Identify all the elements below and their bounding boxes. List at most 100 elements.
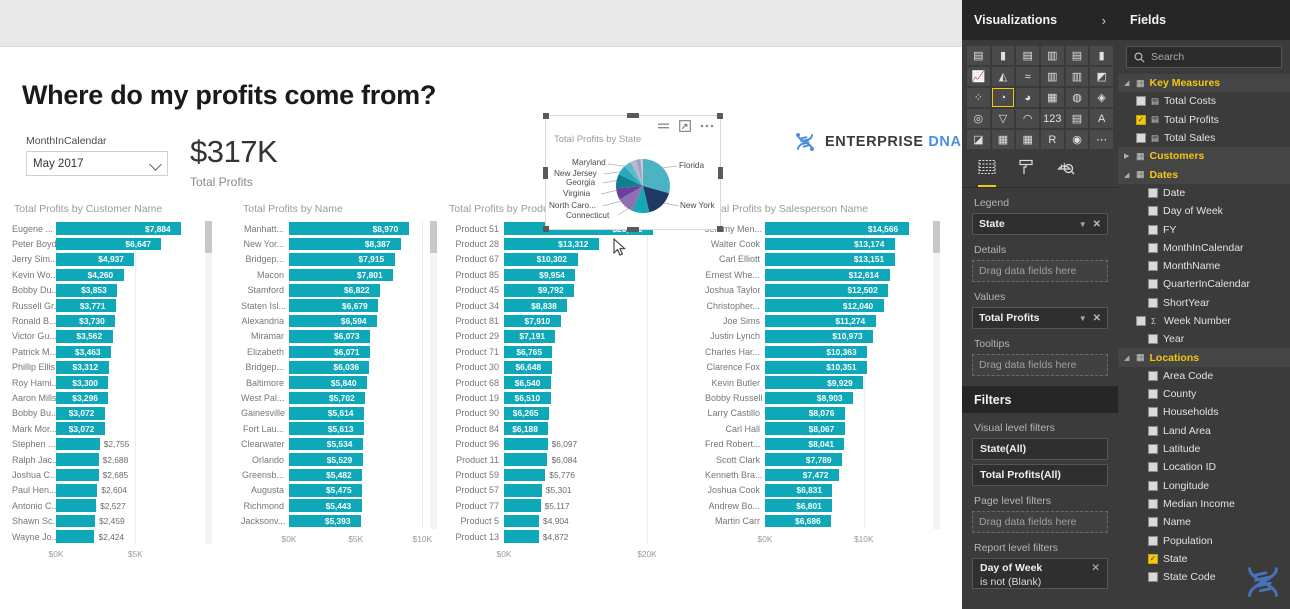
- bar-row[interactable]: Andrew Bo... $6,801: [705, 498, 930, 513]
- clustered-bar-chart-icon[interactable]: ▤: [1016, 46, 1039, 65]
- field-checkbox[interactable]: [1148, 444, 1158, 455]
- chevron-right-icon[interactable]: ▶: [1124, 152, 1131, 160]
- field-checkbox[interactable]: [1148, 206, 1158, 217]
- bar-row[interactable]: Roy Hami... $3,300: [12, 375, 202, 390]
- field-checkbox[interactable]: [1148, 480, 1158, 491]
- resize-handle-top-right[interactable]: [717, 113, 723, 119]
- well-dropzone[interactable]: Drag data fields here: [972, 260, 1108, 282]
- kpi-card-total-profits[interactable]: $317K Total Profits: [190, 134, 278, 189]
- field-checkbox[interactable]: [1148, 553, 1158, 564]
- bar-chart-2[interactable]: Total Profits by Name Manhatt... $8,970 New…: [241, 203, 437, 603]
- ribbon-chart-icon[interactable]: ◩: [1090, 67, 1113, 86]
- fields-table-node[interactable]: ◢ ▦ Key Measures: [1118, 74, 1290, 93]
- bar[interactable]: [56, 499, 97, 513]
- chevron-down-icon[interactable]: [149, 158, 162, 171]
- bar-row[interactable]: Product 29 $7,191: [447, 329, 679, 344]
- page-level-filter-dropzone[interactable]: Drag data fields here: [972, 511, 1108, 533]
- bar-row[interactable]: Bobby Du... $3,853: [12, 283, 202, 298]
- field-checkbox[interactable]: [1136, 114, 1146, 125]
- bar-row[interactable]: Walter Cook $13,174: [705, 236, 930, 251]
- bar-row[interactable]: New Yor... $8,387: [241, 236, 427, 251]
- fields-field-node[interactable]: Σ Week Number: [1118, 312, 1290, 330]
- bar-row[interactable]: Fred Robert... $8,041: [705, 436, 930, 451]
- fields-field-node[interactable]: Land Area: [1118, 422, 1290, 440]
- area-chart-icon[interactable]: ◭: [991, 67, 1015, 86]
- fields-field-node[interactable]: QuarterInCalendar: [1118, 275, 1290, 293]
- bar-row[interactable]: Bobby Russell $8,903: [705, 390, 930, 405]
- field-checkbox[interactable]: [1148, 370, 1158, 381]
- fields-search-box[interactable]: Search: [1126, 46, 1282, 68]
- filled-map-icon[interactable]: ◈: [1090, 88, 1113, 107]
- fields-table-node[interactable]: ◢ ▦ Locations: [1118, 348, 1290, 367]
- field-checkbox[interactable]: [1148, 407, 1158, 418]
- bar-row[interactable]: Martin Carr $6,686: [705, 513, 930, 528]
- bar-row[interactable]: Larry Castillo $8,076: [705, 406, 930, 421]
- stacked-area-chart-icon[interactable]: ≈: [1016, 67, 1039, 86]
- bar-row[interactable]: Eugene ... $7,884: [12, 221, 202, 236]
- python-visual-icon[interactable]: ◉: [1065, 130, 1089, 149]
- field-checkbox[interactable]: [1148, 498, 1158, 509]
- bar-row[interactable]: Fort Lau... $5,613: [241, 421, 427, 436]
- bar-row[interactable]: Gainesville $5,614: [241, 406, 427, 421]
- bar-row[interactable]: Joshua Cook $6,831: [705, 483, 930, 498]
- bar-row[interactable]: Product 11 $6,084: [447, 452, 679, 467]
- bar-row[interactable]: Product 30 $6,648: [447, 360, 679, 375]
- scatter-chart-icon[interactable]: ⁘: [967, 88, 990, 107]
- chart-vertical-scrollbar[interactable]: [205, 221, 212, 545]
- bar-row[interactable]: Patrick M... $3,463: [12, 344, 202, 359]
- bar-row[interactable]: Product 68 $6,540: [447, 375, 679, 390]
- field-checkbox[interactable]: [1148, 389, 1158, 400]
- shape-map-icon[interactable]: ◎: [967, 109, 990, 128]
- field-checkbox[interactable]: [1148, 425, 1158, 436]
- bar-row[interactable]: Product 34 $8,838: [447, 298, 679, 313]
- matrix-icon[interactable]: ▦: [1016, 130, 1039, 149]
- fields-tab[interactable]: [978, 159, 996, 187]
- r-script-icon[interactable]: R: [1040, 130, 1064, 149]
- bar-row[interactable]: Product 84 $6,188: [447, 421, 679, 436]
- bar-row[interactable]: Product 5 $4,904: [447, 513, 679, 528]
- line-stacked-column-chart-icon[interactable]: ▥: [1040, 67, 1064, 86]
- funnel-icon[interactable]: ▽: [991, 109, 1015, 128]
- field-checkbox[interactable]: [1136, 316, 1146, 326]
- scrollbar-thumb[interactable]: [430, 221, 437, 253]
- bar-row[interactable]: Russell Gr... $3,771: [12, 298, 202, 313]
- ellipsis-icon[interactable]: [700, 124, 714, 128]
- bar-row[interactable]: Augusta $5,475: [241, 483, 427, 498]
- bar-row[interactable]: Peter Boyd $6,647: [12, 236, 202, 251]
- chart-vertical-scrollbar[interactable]: [430, 221, 437, 529]
- chevron-down-icon[interactable]: ◢: [1124, 171, 1131, 179]
- bar[interactable]: [504, 499, 541, 513]
- stacked-column-chart-icon[interactable]: ▮: [991, 46, 1015, 65]
- chart-plot-area[interactable]: Manhatt... $8,970 New Yor... $8,387 Bridgep.…: [241, 221, 432, 551]
- bar-row[interactable]: Staten Isl... $6,679: [241, 298, 427, 313]
- field-checkbox[interactable]: [1148, 535, 1158, 546]
- focus-mode-icon[interactable]: [679, 120, 691, 132]
- chart-plot-area[interactable]: Eugene ... $7,884 Peter Boyd $6,647 Jerry Si…: [12, 221, 202, 566]
- multi-row-card-icon[interactable]: ▤: [1065, 109, 1089, 128]
- bar-row[interactable]: Shawn Sc... $2,459: [12, 513, 202, 528]
- fields-field-node[interactable]: Households: [1118, 403, 1290, 421]
- bar-row[interactable]: Charles Har... $10,363: [705, 344, 930, 359]
- bar-row[interactable]: Product 71 $6,765: [447, 344, 679, 359]
- field-checkbox[interactable]: [1148, 462, 1158, 473]
- bar[interactable]: [56, 530, 95, 543]
- fields-table-node[interactable]: ◢ ▦ Dates: [1118, 165, 1290, 184]
- fields-field-node[interactable]: ▤ Total Costs: [1118, 92, 1290, 110]
- bar-chart-1[interactable]: Total Profits by Customer Name Eugene ...…: [12, 203, 212, 603]
- visualization-type-grid[interactable]: ▤ ▮ ▤ ▥ ▤ ▮ 📈 ◭ ≈ ▥ ▥ ◩ ⁘ ◔ ◕ ▦ ◍ ◈ ◎ ▽ ◠ 123 ▤ A ◪ ▦ ▦ R ◉ ⋯: [962, 40, 1118, 153]
- fields-field-node[interactable]: Area Code: [1118, 367, 1290, 385]
- bar-row[interactable]: Product 19 $6,510: [447, 390, 679, 405]
- fields-field-node[interactable]: Longitude: [1118, 477, 1290, 495]
- bar-row[interactable]: Alexandria $6,594: [241, 313, 427, 328]
- bar-row[interactable]: Product 81 $7,910: [447, 313, 679, 328]
- field-checkbox[interactable]: [1148, 572, 1158, 583]
- field-checkbox[interactable]: [1148, 224, 1158, 235]
- bar-row[interactable]: Product 13 $4,872: [447, 529, 679, 544]
- line-chart-icon[interactable]: 📈: [967, 67, 990, 86]
- scrollbar-thumb[interactable]: [933, 221, 940, 253]
- bar-row[interactable]: Phillip Ellis $3,312: [12, 360, 202, 375]
- line-clustered-column-chart-icon[interactable]: ▥: [1065, 67, 1089, 86]
- fields-field-node[interactable]: ▤ Total Sales: [1118, 129, 1290, 147]
- bar-row[interactable]: Richmond $5,443: [241, 498, 427, 513]
- bar-row[interactable]: Product 96 $6,097: [447, 436, 679, 451]
